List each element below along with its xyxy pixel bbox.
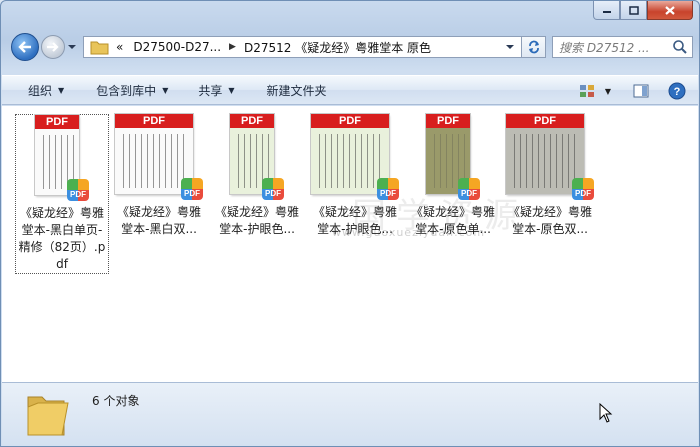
search-box[interactable]: 搜索 D27512 ...	[552, 36, 693, 58]
file-name: 《疑龙经》粤雅堂本-护眼色...	[214, 205, 299, 236]
pdf-label: PDF	[115, 114, 193, 128]
file-list[interactable]: 国学资源 www.guoxueziyuan.com PDF PDF 《疑龙经》粤雅堂…	[2, 106, 698, 382]
folder-icon	[90, 41, 109, 55]
change-view-button[interactable]	[574, 80, 600, 102]
refresh-button[interactable]	[522, 36, 546, 58]
close-button[interactable]	[647, 1, 693, 20]
breadcrumb-parent[interactable]: D27500-D27...	[133, 40, 221, 54]
new-folder-label: 新建文件夹	[266, 83, 327, 98]
view-options-dropdown[interactable]: ▼	[602, 80, 614, 102]
pdf-label: PDF	[35, 115, 79, 129]
help-button[interactable]: ?	[664, 80, 690, 102]
chevron-down-icon: ▼	[604, 86, 612, 96]
command-bar: 组织 ▼ 包含到库中 ▼ 共享 ▼ 新建文件夹 ▼ ?	[2, 75, 698, 105]
file-item[interactable]: PDF PDF 《疑龙经》粤雅堂本-黑白双...	[112, 114, 206, 238]
back-button[interactable]	[11, 33, 39, 61]
navigation-row: « D27500-D27... ▶ D27512 《疑龙经》粤雅堂本 原色 搜索…	[9, 31, 693, 61]
maximize-icon	[628, 5, 639, 15]
breadcrumb-current[interactable]: D27512 《疑龙经》粤雅堂本 原色	[244, 39, 431, 56]
search-input[interactable]: 搜索 D27512 ...	[559, 39, 672, 56]
view-controls: ▼ ?	[568, 76, 690, 106]
pdf-thumbnail: PDF PDF	[35, 115, 89, 201]
forward-arrow-icon	[47, 42, 59, 52]
share-menu[interactable]: 共享 ▼	[182, 75, 248, 105]
explorer-window: « D27500-D27... ▶ D27512 《疑龙经》粤雅堂本 原色 搜索…	[0, 0, 700, 447]
pdf-app-icon: PDF	[181, 178, 203, 200]
chevron-down-icon: ▼	[58, 85, 65, 95]
mouse-cursor-icon	[599, 403, 613, 423]
item-count: 6 个对象	[92, 394, 140, 408]
file-name: 《疑龙经》粤雅堂本-原色双...	[507, 205, 592, 236]
details-pane: 6 个对象	[2, 382, 698, 446]
preview-pane-icon	[633, 84, 649, 98]
minimize-button[interactable]	[593, 1, 620, 20]
caption-buttons	[593, 1, 693, 21]
close-icon	[665, 5, 675, 15]
forward-button[interactable]	[41, 35, 65, 59]
preview-pane-button[interactable]	[628, 80, 654, 102]
file-item[interactable]: PDF PDF 《疑龙经》粤雅堂本-原色双...	[503, 114, 597, 238]
chevron-down-icon: ▼	[162, 85, 169, 95]
pdf-label: PDF	[506, 114, 584, 128]
page-text-lines	[120, 134, 188, 188]
include-in-library-label: 包含到库中	[96, 83, 157, 98]
folder-icon	[27, 396, 69, 436]
pdf-thumbnail: PDF PDF	[230, 114, 284, 200]
pdf-app-icon: PDF	[458, 178, 480, 200]
file-item[interactable]: PDF PDF 《疑龙经》粤雅堂本-原色单...	[406, 114, 500, 238]
new-folder-button[interactable]: 新建文件夹	[249, 75, 341, 105]
view-grid-icon	[580, 85, 594, 97]
page-text-lines	[511, 134, 579, 188]
file-item[interactable]: PDF PDF 《疑龙经》粤雅堂本-护眼色...	[308, 114, 402, 238]
page-text-lines	[316, 134, 384, 188]
pdf-label: PDF	[426, 114, 470, 128]
pdf-thumbnail: PDF PDF	[506, 114, 594, 200]
file-name: 《疑龙经》粤雅堂本-黑白双...	[116, 205, 201, 236]
pdf-app-icon: PDF	[377, 178, 399, 200]
share-label: 共享	[198, 83, 223, 98]
include-in-library-menu[interactable]: 包含到库中 ▼	[78, 75, 182, 105]
help-icon: ?	[668, 82, 686, 100]
pdf-thumbnail: PDF PDF	[115, 114, 203, 200]
pdf-label: PDF	[230, 114, 274, 128]
chevron-down-icon: ▼	[228, 85, 235, 95]
organize-label: 组织	[28, 83, 53, 98]
pdf-thumbnail: PDF PDF	[311, 114, 399, 200]
search-icon[interactable]	[672, 39, 688, 55]
file-name: 《疑龙经》粤雅堂本-原色单...	[410, 205, 495, 236]
recent-pages-dropdown-icon[interactable]	[67, 42, 77, 52]
minimize-icon	[602, 11, 611, 13]
pdf-label: PDF	[311, 114, 389, 128]
file-item[interactable]: PDF PDF 《疑龙经》粤雅堂本-护眼色...	[210, 114, 304, 238]
back-arrow-icon	[18, 41, 31, 53]
pdf-app-icon: PDF	[262, 178, 284, 200]
pdf-app-icon: PDF	[67, 179, 89, 201]
file-name: 《疑龙经》粤雅堂本-黑白单页-精修（82页）.pdf	[18, 206, 106, 271]
pdf-app-icon: PDF	[572, 178, 594, 200]
svg-text:?: ?	[674, 86, 681, 98]
file-name: 《疑龙经》粤雅堂本-护眼色...	[312, 205, 397, 236]
pdf-thumbnail: PDF PDF	[426, 114, 480, 200]
address-bar[interactable]: « D27500-D27... ▶ D27512 《疑龙经》粤雅堂本 原色	[83, 36, 522, 58]
address-overflow-chevron[interactable]: «	[116, 40, 123, 54]
breadcrumb-separator-icon[interactable]: ▶	[229, 42, 236, 52]
file-item[interactable]: PDF PDF 《疑龙经》粤雅堂本-黑白单页-精修（82页）.pdf	[15, 114, 109, 274]
organize-menu[interactable]: 组织 ▼	[2, 75, 78, 105]
refresh-icon	[528, 40, 539, 54]
address-dropdown-icon[interactable]	[505, 42, 515, 52]
maximize-button[interactable]	[620, 1, 647, 20]
